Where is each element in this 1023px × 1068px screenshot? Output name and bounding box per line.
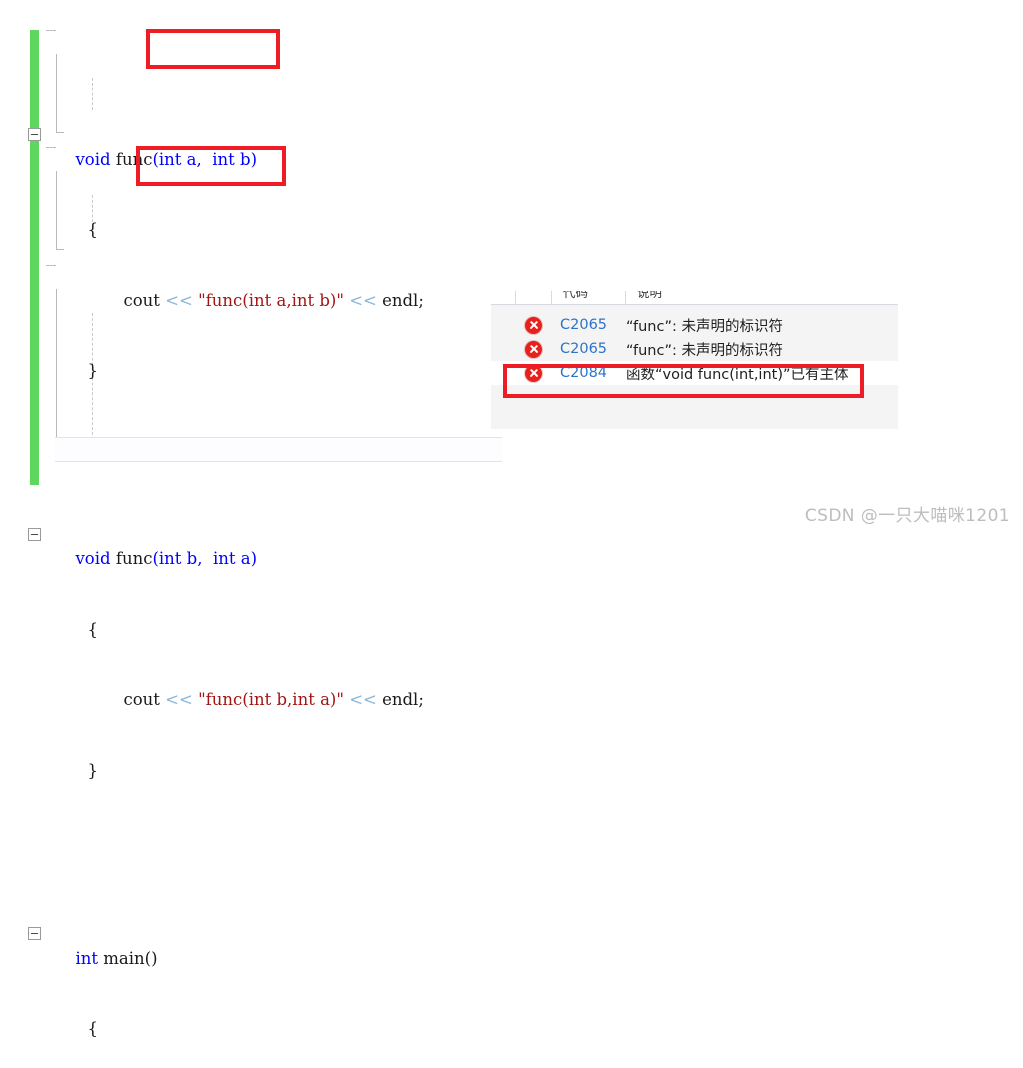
token-open-brace: {: [87, 619, 98, 639]
column-separator: [625, 291, 626, 305]
watermark: CSDN @一只大喵咪1201: [804, 506, 1010, 526]
error-list-header: 代码 说明: [491, 291, 898, 305]
error-description: “func”: 未声明的标识符: [626, 318, 783, 335]
code-line[interactable]: void func(int a, int b): [28, 124, 424, 169]
code-line[interactable]: int main(): [28, 923, 424, 968]
code-line[interactable]: }: [44, 735, 424, 780]
code-line[interactable]: }: [44, 336, 424, 380]
error-icon: [525, 340, 542, 358]
column-separator: [551, 291, 552, 305]
token-keyword-void: void: [75, 549, 111, 568]
token-string-2: "func(int b,int a)": [198, 690, 344, 709]
code-line[interactable]: cout << "func(int a,int b)" << endl;: [44, 265, 423, 310]
token-endl: endl: [382, 290, 419, 310]
code-line[interactable]: {: [44, 994, 424, 1038]
token-string-1: "func(int a,int b)": [198, 290, 344, 310]
code-line[interactable]: void func(int b, int a): [28, 524, 424, 568]
code-line-blank[interactable]: [44, 406, 424, 430]
token-stream-op: <<: [165, 290, 193, 310]
error-list-panel[interactable]: 代码 说明 C2065 “func”: 未声明的标识符 C2065 “func”…: [491, 291, 898, 429]
code-line[interactable]: cout << "func(int b,int a)" << endl;: [44, 665, 423, 709]
error-code[interactable]: C2065: [560, 341, 626, 357]
token-stream-op: <<: [349, 690, 377, 709]
annotation-box-error-c2084: [503, 364, 864, 398]
token-main: main: [103, 948, 145, 968]
token-stream-op: <<: [349, 290, 377, 310]
error-code[interactable]: C2065: [560, 317, 626, 333]
error-description: “func”: 未声明的标识符: [626, 342, 783, 359]
code-editor[interactable]: void func(int a, int b) { cout << "func(…: [0, 0, 530, 1038]
annotation-box-params-second-overload: [136, 146, 286, 186]
token-open-brace: {: [87, 1019, 98, 1038]
fold-toggle-icon[interactable]: [28, 527, 41, 541]
change-tracking-bar: [30, 30, 39, 485]
code-line[interactable]: {: [44, 594, 424, 639]
column-header-code[interactable]: 代码: [563, 291, 588, 304]
code-line-blank[interactable]: [44, 806, 424, 830]
token-close-brace: }: [87, 361, 98, 380]
error-row[interactable]: C2065 “func”: 未声明的标识符: [491, 313, 898, 337]
token-open-brace: {: [87, 220, 98, 239]
token-cout: cout: [123, 690, 160, 709]
annotation-box-params-first-overload: [146, 29, 280, 69]
token-endl: endl: [382, 690, 419, 709]
fold-toggle-icon[interactable]: [28, 128, 41, 141]
code-line[interactable]: {: [44, 195, 424, 239]
token-keyword-int: int: [75, 948, 99, 968]
token-cout: cout: [123, 290, 160, 310]
token-stream-op: <<: [165, 690, 193, 709]
fold-toggle-icon[interactable]: [28, 927, 41, 940]
column-header-description[interactable]: 说明: [637, 291, 662, 304]
token-signature-2: (int b, int a): [152, 549, 258, 568]
error-icon: [525, 316, 542, 334]
token-keyword-void: void: [75, 149, 111, 169]
code-line[interactable]: int a = 10;: [44, 1064, 424, 1068]
token-function-name: func: [115, 549, 153, 568]
token-close-brace: }: [87, 760, 98, 780]
column-separator: [515, 291, 516, 305]
error-row[interactable]: C2065 “func”: 未声明的标识符: [491, 337, 898, 361]
